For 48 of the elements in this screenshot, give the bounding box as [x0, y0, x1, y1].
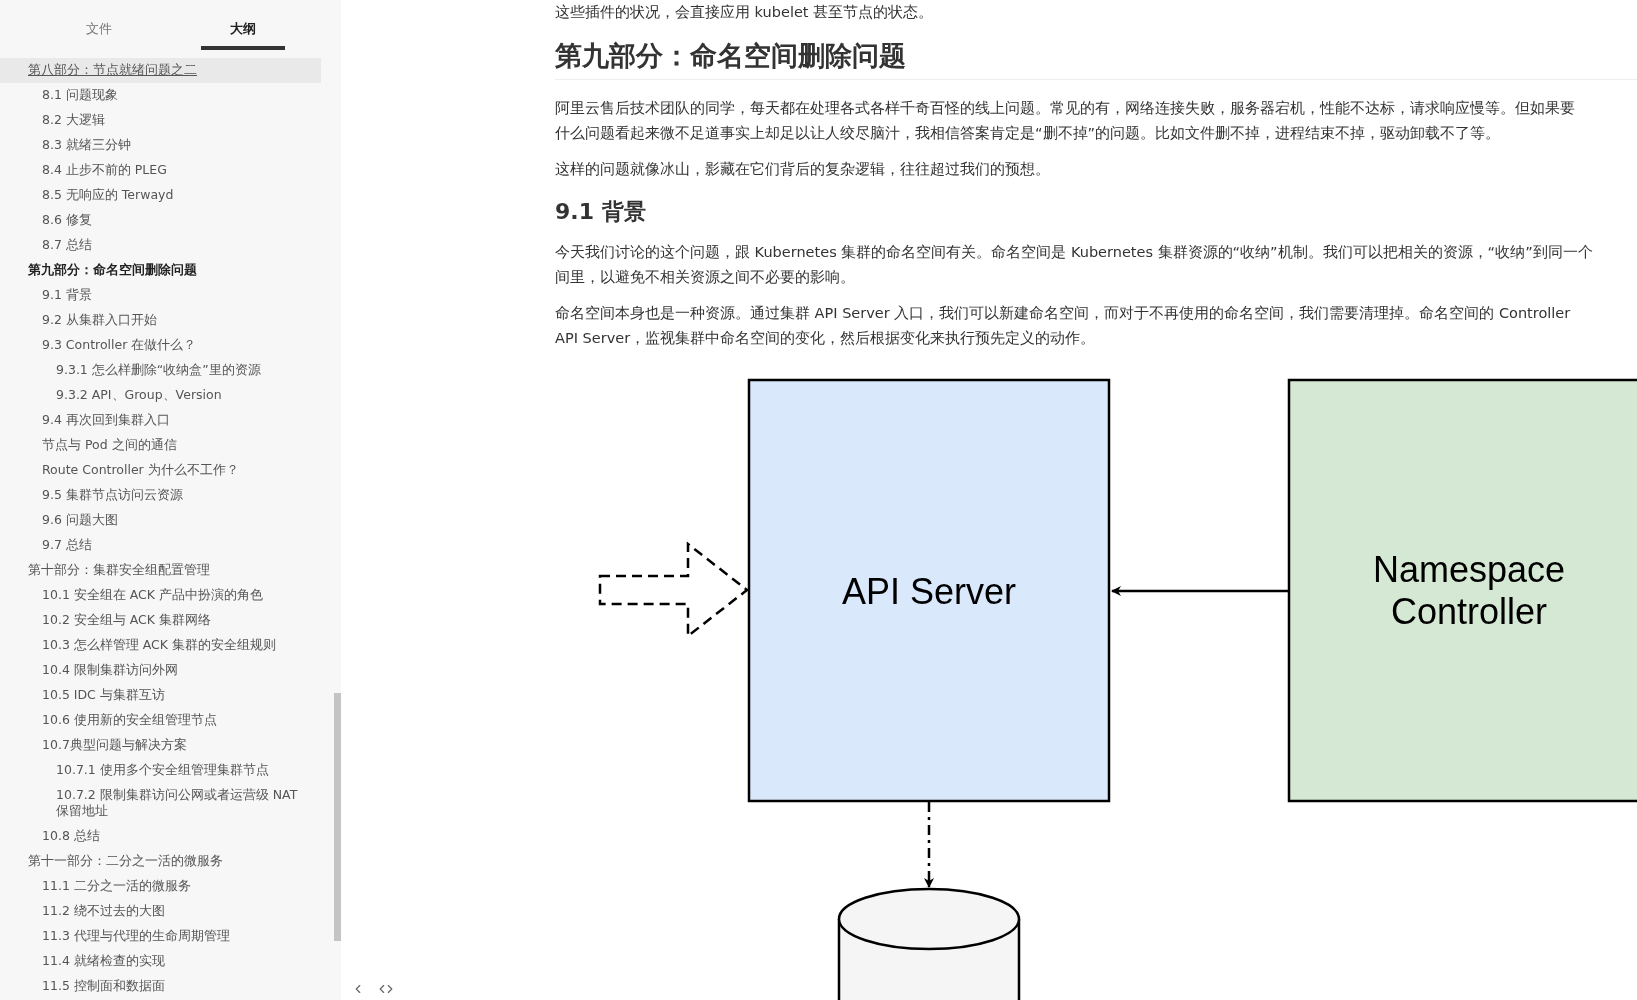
outline-item[interactable]: 10.7.1 使用多个安全组管理集群节点 [0, 758, 321, 783]
outline-item[interactable]: 8.1 问题现象 [0, 83, 321, 108]
outline-item[interactable]: 11.3 代理与代理的生命周期管理 [0, 924, 321, 949]
outline-item[interactable]: 11.5 控制面和数据面 [0, 974, 321, 999]
outline-item[interactable]: 8.2 大逻辑 [0, 108, 321, 133]
outline-item[interactable]: 9.2 从集群入口开始 [0, 308, 321, 333]
namespace-controller-node: Namespace Controller [1287, 378, 1637, 803]
outline-item[interactable]: 11.1 二分之一活的微服务 [0, 874, 321, 899]
outline-item[interactable]: 10.1 安全组在 ACK 产品中扮演的角色 [0, 583, 321, 608]
paragraph: 今天我们讨论的这个问题，跟 Kubernetes 集群的命名空间有关。命名空间是 Kubernetes 集群资源的“收纳”机制。我们可以把相关的资源，“收纳”到同一个 间里，以避免不相关资源之间不必要的影响。 [555, 243, 1594, 287]
sidebar-tab[interactable]: 大纲 [200, 20, 285, 50]
outline-item[interactable]: 第九部分：命名空间删除问题 [0, 258, 321, 283]
sidebar-tab[interactable]: 文件 [56, 20, 141, 50]
outline-item[interactable]: 9.1 背景 [0, 283, 321, 308]
outline-item[interactable]: 9.4 再次回到集群入口 [0, 408, 321, 433]
outline-item[interactable]: 节点与 Pod 之间的通信 [0, 433, 321, 458]
outline-item[interactable]: 10.7.2 限制集群访问公网或者运营级 NAT 保留地址 [0, 783, 321, 824]
outline-item[interactable]: 9.5 集群节点访问云资源 [0, 483, 321, 508]
outline-item[interactable]: 第八部分：节点就绪问题之二 [0, 58, 321, 83]
outline-item[interactable]: 8.3 就绪三分钟 [0, 133, 321, 158]
outline-item[interactable]: 10.8 总结 [0, 824, 321, 849]
outline-item[interactable]: 10.5 IDC 与集群互访 [0, 683, 321, 708]
paragraph: 命名空间本身也是一种资源。通过集群 API Server 入口，我们可以新建命名空间，而对于不再使用的命名空间，我们需要清理掉。命名空间的 Controller API Server，监视集群中命名空间的变化，然后根据变化来执行预先定义的动作。 [555, 304, 1572, 348]
outline-item[interactable]: 9.6 问题大图 [0, 508, 321, 533]
api-server-node: API Server [747, 378, 1111, 803]
outline-item[interactable]: 第十一部分：二分之一活的微服务 [0, 849, 321, 874]
outline-item[interactable]: 9.3 Controller 在做什么？ [0, 333, 321, 358]
paragraph: 阿里云售后技术团队的同学，每天都在处理各式各样千奇百怪的线上问题。常见的有，网络连接失败，服务器宕机，性能不达标，请求响应慢等。但如果要 什么问题看起来微不足道事实上却足以让人绞尽脑汁，我相信答案肯定是“删不掉”的问题。比如文件删不掉，进程结束不掉，驱动卸载不了等。 [555, 99, 1576, 143]
outline-item[interactable]: 9.7 总结 [0, 533, 321, 558]
outline-item[interactable]: 9.3.2 API、Group、Version [0, 383, 321, 408]
outline-item[interactable]: 11.4 就绪检查的实现 [0, 949, 321, 974]
outline-item[interactable]: 8.6 修复 [0, 208, 321, 233]
outline-item[interactable]: 10.4 限制集群访问外网 [0, 658, 321, 683]
outline-item[interactable]: Route Controller 为什么不工作？ [0, 458, 321, 483]
outline-item[interactable]: 8.7 总结 [0, 233, 321, 258]
subsection-heading: 9.1 背景 [555, 198, 647, 226]
section-heading: 第九部分：命名空间删除问题 [555, 36, 1637, 80]
outline-item[interactable]: 11.2 绕不过去的大图 [0, 899, 321, 924]
outline-item[interactable]: 10.3 怎么样管理 ACK 集群的安全组规则 [0, 633, 321, 658]
outline-item[interactable]: 8.5 无响应的 Terwayd [0, 183, 321, 208]
paragraph: 这些插件的状况，会直接应用 kubelet 甚至节点的状态。 [555, 3, 935, 22]
outline-item[interactable]: 9.3.1 怎么样删除“收纳盒”里的资源 [0, 358, 321, 383]
outline-item[interactable]: 10.6 使用新的安全组管理节点 [0, 708, 321, 733]
outline-item[interactable]: 10.2 安全组与 ACK 集群网络 [0, 608, 321, 633]
outline-item[interactable]: 10.7典型问题与解决方案 [0, 733, 321, 758]
outline-item[interactable]: 8.4 止步不前的 PLEG [0, 158, 321, 183]
paragraph: 这样的问题就像冰山，影藏在它们背后的复杂逻辑，往往超过我们的预想。 [555, 160, 1051, 179]
outline-item[interactable]: 第十部分：集群安全组配置管理 [0, 558, 321, 583]
